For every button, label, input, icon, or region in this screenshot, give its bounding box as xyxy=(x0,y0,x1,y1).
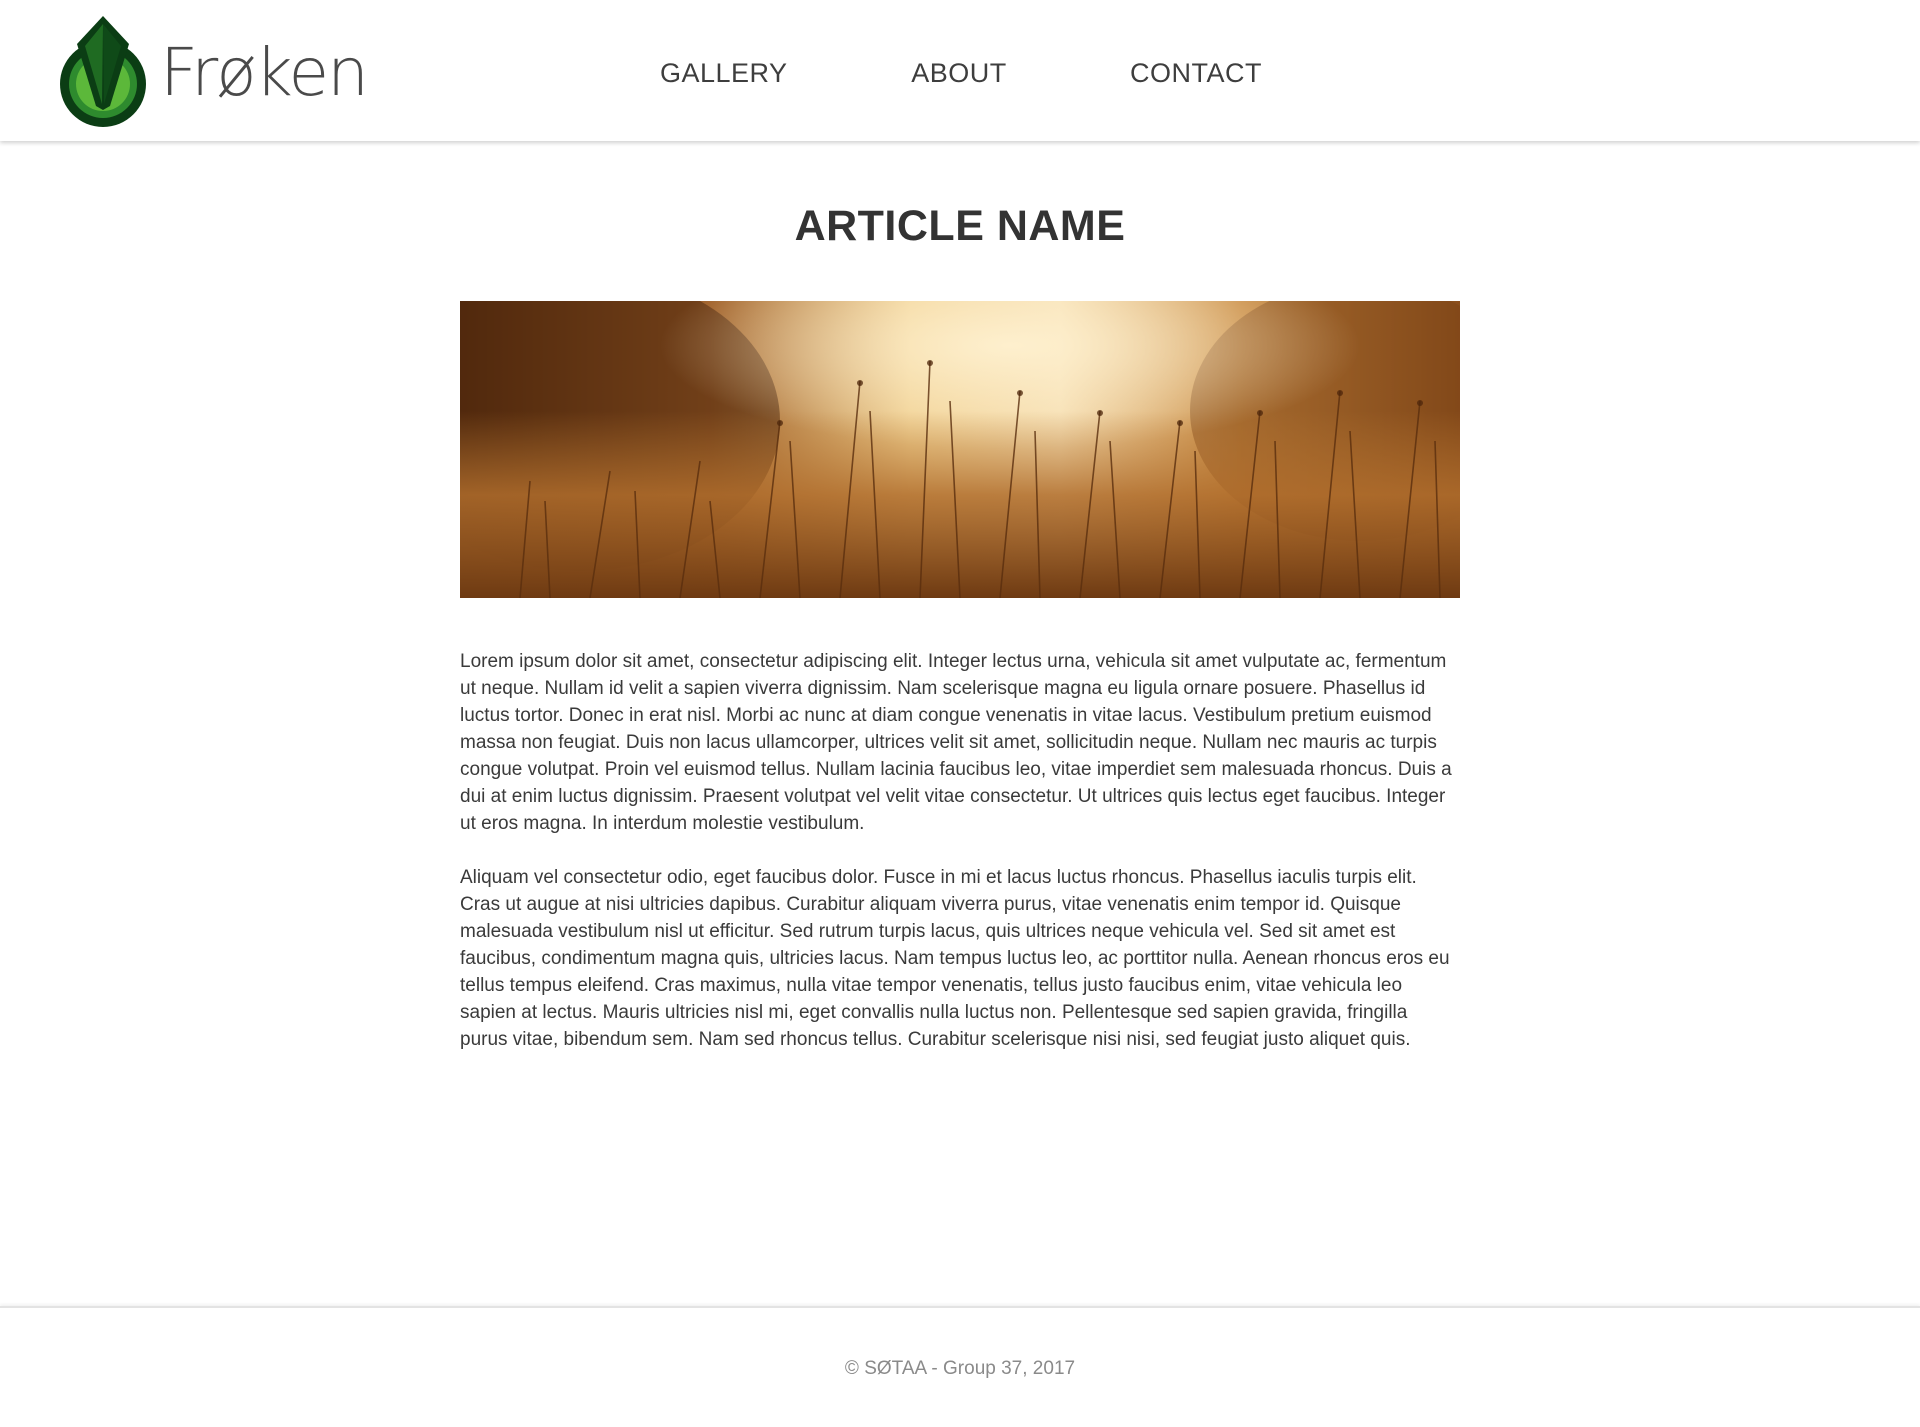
nav-link-gallery[interactable]: GALLERY xyxy=(660,56,787,90)
nav-link-about[interactable]: ABOUT xyxy=(906,56,1012,90)
article-title: ARTICLE NAME xyxy=(794,202,1126,250)
site-header: Frøken GALLERY ABOUT CONTACT xyxy=(0,0,1920,141)
article-body: Lorem ipsum dolor sit amet, consectetur … xyxy=(460,648,1460,1080)
site-footer: © SØTAA - Group 37, 2017 xyxy=(0,1306,1920,1427)
footer-copyright: © SØTAA - Group 37, 2017 xyxy=(844,1358,1076,1379)
page: Frøken GALLERY ABOUT CONTACT ARTICLE NAM… xyxy=(0,0,1920,1427)
article-paragraph: Aliquam vel consectetur odio, eget fauci… xyxy=(460,867,1450,1050)
hero-image xyxy=(460,301,1460,598)
nav-link-contact[interactable]: CONTACT xyxy=(1130,56,1262,90)
article-paragraph: Lorem ipsum dolor sit amet, consectetur … xyxy=(460,651,1452,834)
main-nav: GALLERY ABOUT CONTACT xyxy=(0,56,1920,92)
